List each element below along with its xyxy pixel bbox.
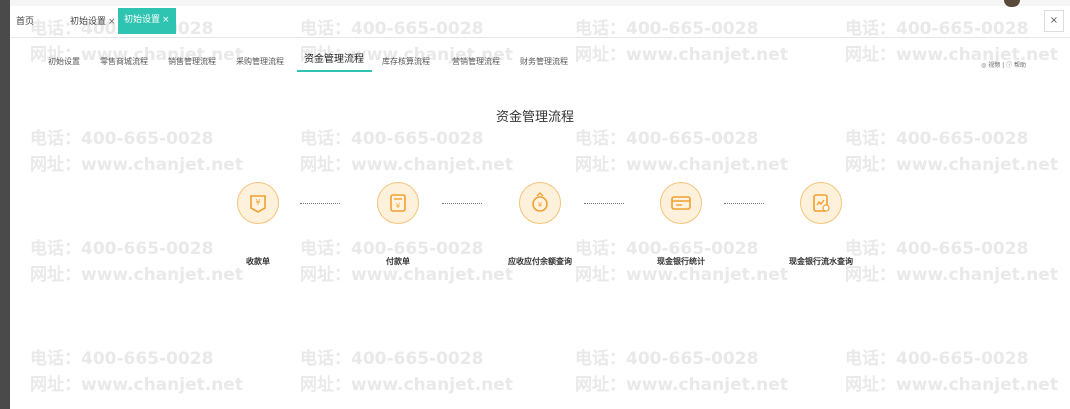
flow-connector [442,203,482,204]
svg-text:¥: ¥ [538,201,543,209]
receipt-yen-icon: ¥ [237,182,279,224]
watermark-phone: 电话：400-665-0028 [300,349,484,369]
step-label: 现金银行流水查询 [789,257,853,266]
watermark-site: 网址：www.chanjet.net [30,375,243,395]
process-nav: 初始设置 零售商城流程 销售管理流程 采购管理流程 资金管理流程 库存核算流程 … [10,50,1070,74]
tab-label: 首页 [16,17,35,27]
subnav-item-marketing[interactable]: 营销管理流程 [452,54,500,70]
cash-flow-query-icon [800,182,842,224]
flow-connector [300,203,340,204]
step-label: 现金银行统计 [657,257,705,266]
watermark-phone: 电话：400-665-0028 [575,349,759,369]
watermark-site: 网址：www.chanjet.net [575,375,788,395]
watermark-phone: 电话：400-665-0028 [30,129,214,149]
top-strip [10,0,1070,6]
step-label: 付款单 [386,257,410,266]
step-label: 应收应付余额查询 [508,257,572,266]
flow-step-cash-flow-query[interactable]: 现金银行流水查询 [761,182,881,272]
tab-home[interactable]: 首页 [10,10,40,34]
page-title: 资金管理流程 [495,110,574,125]
watermark-site: 网址：www.chanjet.net [575,155,788,175]
tab-initial-settings[interactable]: 初始设置 × [64,10,122,34]
watermark-phone: 电话：400-665-0028 [845,349,1029,369]
watermark-phone: 电话：400-665-0028 [575,129,759,149]
balance-query-icon: ¥ [519,182,561,224]
svg-text:¥: ¥ [255,198,260,207]
flow-step-bank-stats[interactable]: 现金银行统计 [621,182,741,272]
watermark-phone: 电话：400-665-0028 [300,129,484,149]
flow-step-payment[interactable]: ¥ 付款单 [338,182,458,272]
watermark-phone: 电话：400-665-0028 [845,129,1029,149]
active-tab-indicator [297,70,372,72]
step-label: 收款单 [246,257,270,266]
watermark-site: 网址：www.chanjet.net [300,155,513,175]
flow-connector [724,203,764,204]
watermark-site: 网址：www.chanjet.net [300,375,513,395]
left-sidebar-edge [0,0,10,409]
subnav-item-sales[interactable]: 销售管理流程 [168,54,216,70]
subnav-item-retail-mall[interactable]: 零售商城流程 [100,54,148,70]
bank-card-icon [660,182,702,224]
watermark-phone: 电话：400-665-0028 [30,239,214,259]
watermark-site: 网址：www.chanjet.net [845,155,1058,175]
subnav-item-purchase[interactable]: 采购管理流程 [236,54,284,70]
subnav-item-fund[interactable]: 资金管理流程 [304,52,364,68]
tab-bar: 首页 初始设置 × 初始设置 × × [10,8,1070,38]
tab-label: 初始设置 [124,15,161,25]
video-help-links[interactable]: ◎ 视频 | ⓘ 帮助 [981,60,1026,69]
subnav-item-finance[interactable]: 财务管理流程 [520,54,568,70]
tab-close-icon[interactable]: × [162,15,170,25]
tab-close-icon[interactable]: × [108,17,116,27]
payment-yen-icon: ¥ [377,182,419,224]
tab-initial-settings-active[interactable]: 初始设置 × [118,8,176,34]
svg-text:¥: ¥ [396,202,401,210]
watermark-site: 网址：www.chanjet.net [30,155,243,175]
flow-connector [584,203,624,204]
watermark-phone: 电话：400-665-0028 [30,349,214,369]
flow-step-receipt[interactable]: ¥ 收款单 [198,182,318,272]
watermark-site: 网址：www.chanjet.net [845,375,1058,395]
tab-label: 初始设置 [70,17,107,27]
window-close-button[interactable]: × [1044,10,1064,32]
subnav-item-inventory[interactable]: 库存核算流程 [382,54,430,70]
subnav-item-initial-settings[interactable]: 初始设置 [48,54,80,70]
flow-step-balance-query[interactable]: ¥ 应收应付余额查询 [480,182,600,272]
